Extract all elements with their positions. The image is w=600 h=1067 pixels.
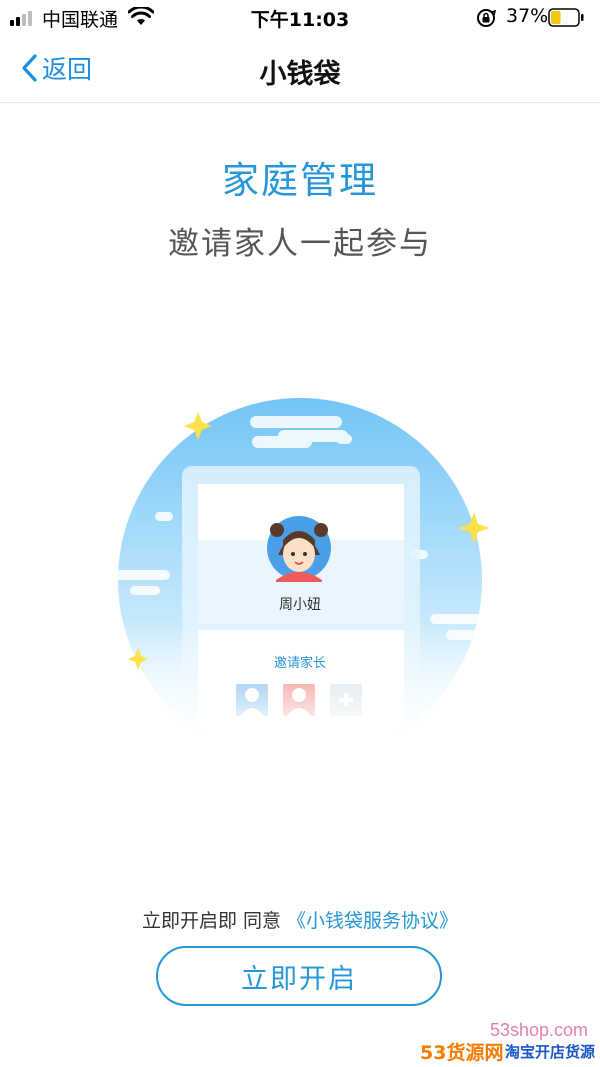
watermark-url: 53shop.com [489,1020,588,1040]
child-name-label: 周小妞 [279,597,321,613]
service-agreement-link[interactable]: 《小钱袋服务协议》 [287,910,458,932]
nav-bar: 返回 小钱袋 [0,36,600,103]
battery-percent: 37% [506,5,549,27]
status-bar: 中国联通 下午11:03 37% [0,0,600,36]
hero-title: 家庭管理 [222,159,378,202]
hero-subtitle: 邀请家人一起参与 [168,226,432,262]
battery-icon [548,8,584,27]
invite-parent-label: 邀请家长 [273,656,326,671]
start-button[interactable]: 立即开启 [156,946,442,1006]
watermark-main: 53货源网 [420,1042,504,1064]
agreement-prefix: 立即开启即 同意 [141,910,281,932]
app-screen: 中国联通 下午11:03 37% 返回 小钱袋 家庭管理 邀请家人一起参与 周小… [0,0,600,1067]
watermark-sub: 淘宝开店货源 [505,1043,596,1061]
page-title: 小钱袋 [259,59,341,90]
family-illustration [118,398,490,734]
orientation-lock-icon [477,9,496,27]
agreement-text: 立即开启即 同意 《小钱袋服务协议》 [0,906,600,933]
